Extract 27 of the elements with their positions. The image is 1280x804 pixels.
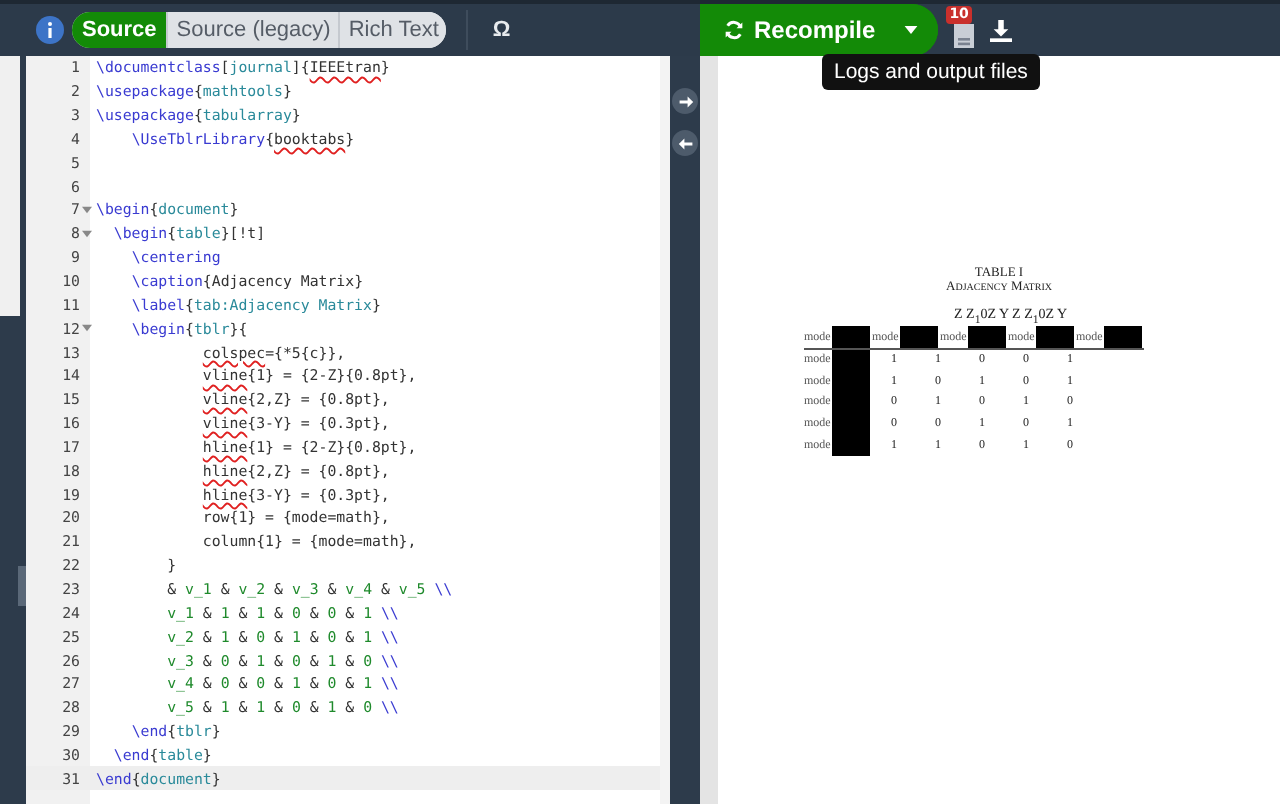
file-tree-scrollbar[interactable] <box>0 56 20 316</box>
caret-icon <box>903 26 918 34</box>
info-icon[interactable] <box>36 16 64 44</box>
redacted-block <box>832 349 870 372</box>
panel-resize-handle[interactable] <box>18 566 26 606</box>
left-arrow-icon <box>677 135 693 151</box>
redacted-block <box>1104 326 1142 348</box>
fold-caret-icon[interactable] <box>81 205 91 214</box>
redacted-block <box>832 434 870 456</box>
editor-scrollbar[interactable] <box>660 56 670 804</box>
editor-mode-tab[interactable]: Source <box>72 12 167 48</box>
symbol-palette-button[interactable]: Ω <box>488 18 515 42</box>
redacted-block <box>1036 326 1074 348</box>
refresh-icon <box>724 20 744 40</box>
pdf-scrollbar[interactable] <box>700 56 718 804</box>
redacted-block <box>832 326 870 348</box>
fold-caret-icon[interactable] <box>81 324 91 333</box>
editor-mode-tab[interactable]: Rich Text <box>338 12 447 48</box>
fold-caret-icon[interactable] <box>81 229 91 238</box>
right-arrow-icon <box>677 93 693 109</box>
download-icon[interactable] <box>989 19 1012 41</box>
redacted-block <box>900 326 938 348</box>
sync-to-pdf-button[interactable] <box>672 88 698 114</box>
tooltip: Logs and output files <box>822 54 1040 90</box>
redacted-block <box>968 326 1006 348</box>
sync-to-code-button[interactable] <box>672 130 698 156</box>
document-icon <box>953 24 974 48</box>
